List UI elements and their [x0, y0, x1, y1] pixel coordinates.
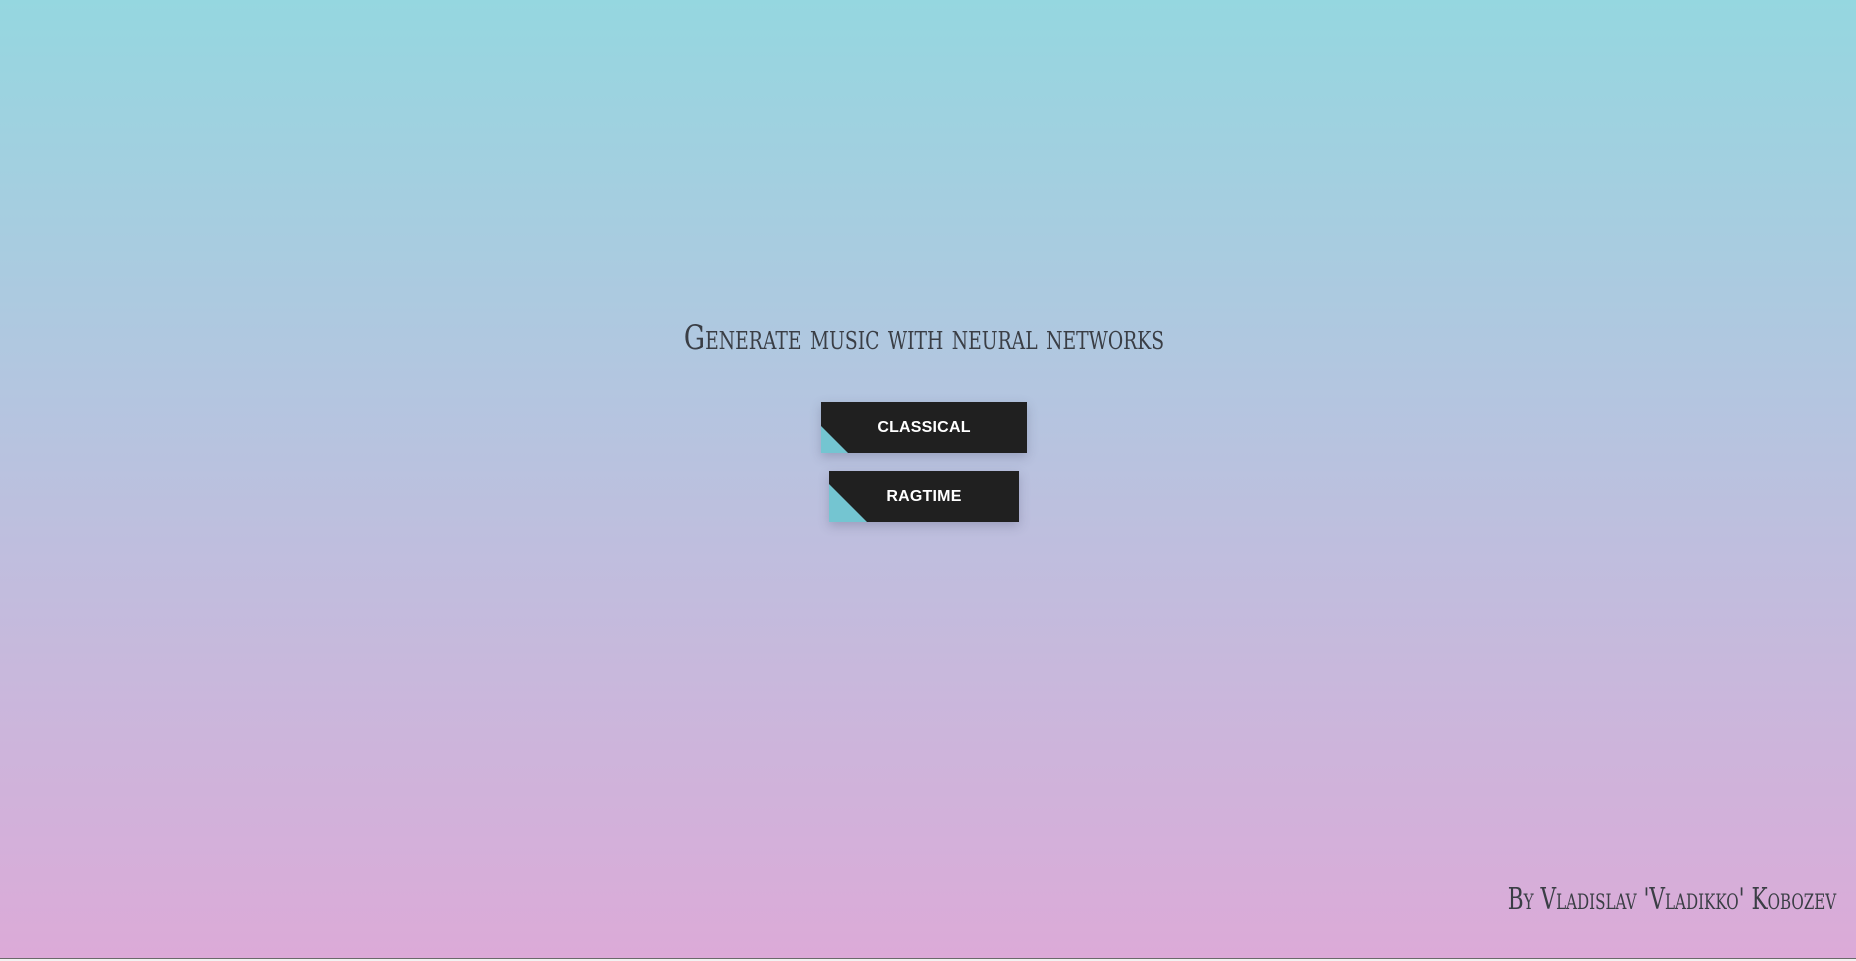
classical-button[interactable]: CLASSICAL	[821, 402, 1027, 453]
author-credit: By Vladislav 'Vladikko' Kobozev	[1507, 882, 1836, 917]
corner-accent-icon	[829, 484, 867, 522]
page: Generate music with neural networks CLAS…	[0, 0, 1856, 958]
page-title: Generate music with neural networks	[683, 318, 1165, 358]
classical-button-label: CLASSICAL	[877, 418, 971, 436]
corner-accent-icon	[821, 426, 848, 453]
ragtime-button-label: RAGTIME	[886, 487, 962, 505]
ragtime-button[interactable]: RAGTIME	[829, 471, 1019, 522]
